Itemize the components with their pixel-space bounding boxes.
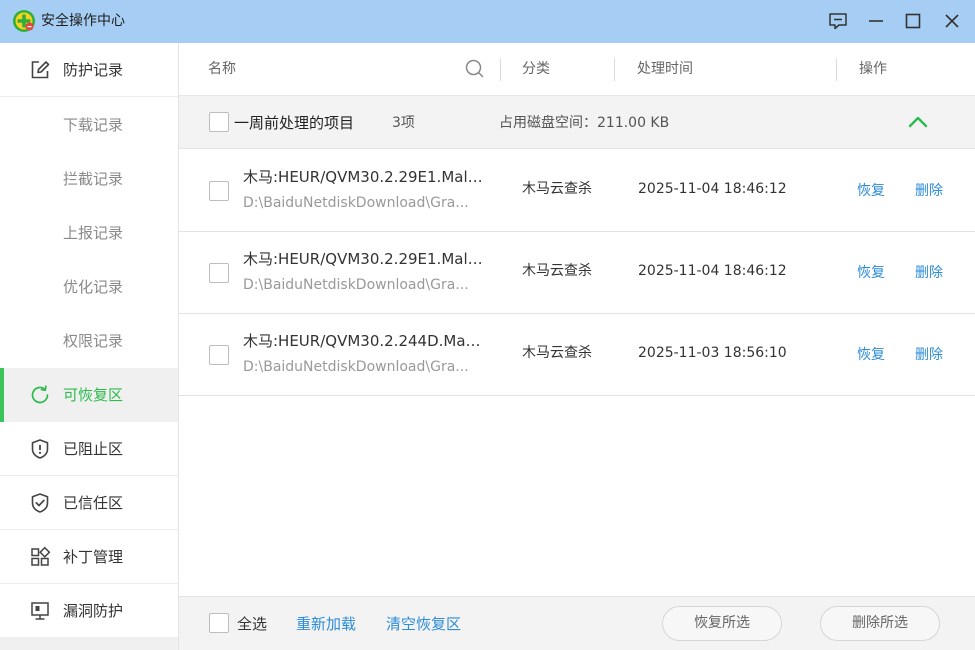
sidebar-bottom-strip — [0, 637, 178, 650]
file-path: D:\BaiduNetdiskDownload\Gra... — [243, 359, 469, 375]
delete-selected-button[interactable]: 删除所选 — [820, 606, 940, 641]
column-category[interactable]: 分类 — [522, 61, 550, 78]
sidebar-item-download-log[interactable]: 下载记录 — [0, 98, 178, 152]
table-row: 木马:HEUR/QVM30.2.29E1.Malware.Gen D:\Baid… — [179, 232, 975, 314]
file-path: D:\BaiduNetdiskDownload\Gra... — [243, 195, 469, 211]
column-action: 操作 — [859, 61, 887, 77]
feedback-icon — [829, 13, 847, 30]
threat-category: 木马云查杀 — [522, 263, 592, 279]
sidebar-item-blocked[interactable]: 已阻止区 — [0, 422, 178, 476]
process-time: 2025-11-04 18:46:12 — [638, 263, 787, 279]
row-checkbox[interactable] — [209, 181, 229, 201]
minimize-icon — [869, 20, 883, 22]
sidebar-item-label: 可恢复区 — [63, 386, 124, 404]
sidebar-item-label: 下载记录 — [63, 116, 124, 134]
group-checkbox[interactable] — [209, 112, 229, 132]
table-header: 名称 分类 处理时间 操作 — [179, 43, 975, 96]
grid-icon — [31, 546, 51, 566]
delete-link[interactable]: 删除 — [915, 182, 943, 200]
column-divider — [614, 58, 615, 81]
threat-category: 木马云查杀 — [522, 181, 592, 197]
column-divider — [500, 58, 501, 81]
restore-link[interactable]: 恢复 — [857, 182, 885, 200]
row-checkbox[interactable] — [209, 345, 229, 365]
threat-name: 木马:HEUR/QVM30.2.29E1.Malware.Gen — [243, 250, 483, 268]
delete-link[interactable]: 删除 — [915, 264, 943, 282]
sidebar-item-label: 拦截记录 — [63, 170, 124, 188]
maximize-button[interactable] — [900, 8, 926, 34]
clear-recovery-link[interactable]: 清空恢复区 — [386, 615, 461, 633]
sidebar-item-recoverable[interactable]: 可恢复区 — [0, 368, 178, 422]
sidebar-item-protection-log[interactable]: 防护记录 — [0, 43, 178, 97]
sidebar-item-label: 防护记录 — [63, 61, 124, 79]
select-all-label[interactable]: 全选 — [237, 615, 267, 633]
chevron-up-icon[interactable] — [906, 112, 930, 132]
monitor-icon — [31, 602, 49, 620]
column-time[interactable]: 处理时间 — [637, 61, 693, 78]
delete-link[interactable]: 删除 — [915, 346, 943, 364]
select-all-checkbox[interactable] — [209, 613, 229, 633]
sidebar-item-label: 补丁管理 — [63, 548, 124, 566]
refresh-icon — [31, 385, 49, 404]
row-checkbox[interactable] — [209, 263, 229, 283]
sidebar-item-label: 权限记录 — [63, 332, 124, 350]
restore-selected-button[interactable]: 恢复所选 — [662, 606, 782, 641]
shield-alert-icon — [31, 439, 49, 459]
minimize-button[interactable] — [863, 8, 889, 34]
group-header: 一周前处理的项目 3项 占用磁盘空间：211.00 KB — [179, 96, 975, 149]
group-title: 一周前处理的项目 — [234, 114, 355, 132]
sidebar-item-label: 优化记录 — [63, 278, 124, 296]
shield-check-icon — [31, 493, 49, 513]
footer-bar: 全选 重新加载 清空恢复区 恢复所选 删除所选 — [179, 596, 975, 650]
process-time: 2025-11-03 18:56:10 — [638, 345, 787, 361]
maximize-icon — [905, 13, 921, 29]
threat-category: 木马云查杀 — [522, 345, 592, 361]
active-indicator — [0, 368, 4, 422]
sidebar-item-report-log[interactable]: 上报记录 — [0, 206, 178, 260]
feedback-button[interactable] — [825, 8, 851, 34]
restore-link[interactable]: 恢复 — [857, 264, 885, 282]
app-logo-icon — [13, 10, 35, 32]
table-row: 木马:HEUR/QVM30.2.29E1.Malware.Gen D:\Baid… — [179, 150, 975, 232]
main-panel: 名称 分类 处理时间 操作 一周前处理的项目 3项 占用磁盘空间：211.00 … — [179, 43, 975, 650]
restore-link[interactable]: 恢复 — [857, 346, 885, 364]
title-bar: 安全操作中心 — [0, 0, 975, 43]
threat-name: 木马:HEUR/QVM30.2.29E1.Malware.Gen — [243, 168, 483, 186]
threat-name: 木马:HEUR/QVM30.2.244D.Malware.Gen — [243, 332, 483, 350]
sidebar-item-optimize-log[interactable]: 优化记录 — [0, 260, 178, 314]
reload-link[interactable]: 重新加载 — [296, 615, 356, 633]
sidebar-item-intercept-log[interactable]: 拦截记录 — [0, 152, 178, 206]
close-icon — [945, 14, 959, 28]
sidebar: 防护记录 下载记录 拦截记录 上报记录 优化记录 权限记录 可恢复区 已阻止区 — [0, 43, 179, 650]
sidebar-item-label: 已阻止区 — [63, 440, 124, 458]
search-icon[interactable] — [465, 59, 485, 79]
window-title: 安全操作中心 — [41, 13, 125, 29]
group-count: 3项 — [392, 115, 415, 131]
edit-icon — [31, 61, 50, 79]
sidebar-item-label: 漏洞防护 — [63, 602, 124, 620]
column-divider — [836, 58, 837, 81]
sidebar-item-permission-log[interactable]: 权限记录 — [0, 314, 178, 368]
sidebar-item-vulnerability-protection[interactable]: 漏洞防护 — [0, 584, 178, 638]
group-disk-usage: 占用磁盘空间：211.00 KB — [499, 115, 670, 131]
sidebar-item-label: 上报记录 — [63, 224, 124, 242]
table-row: 木马:HEUR/QVM30.2.244D.Malware.Gen D:\Baid… — [179, 314, 975, 396]
file-path: D:\BaiduNetdiskDownload\Gra... — [243, 277, 469, 293]
sidebar-item-trusted[interactable]: 已信任区 — [0, 476, 178, 530]
process-time: 2025-11-04 18:46:12 — [638, 181, 787, 197]
sidebar-item-patch-management[interactable]: 补丁管理 — [0, 530, 178, 584]
close-button[interactable] — [939, 8, 965, 34]
sidebar-item-label: 已信任区 — [63, 494, 124, 512]
column-name[interactable]: 名称 — [208, 61, 236, 78]
